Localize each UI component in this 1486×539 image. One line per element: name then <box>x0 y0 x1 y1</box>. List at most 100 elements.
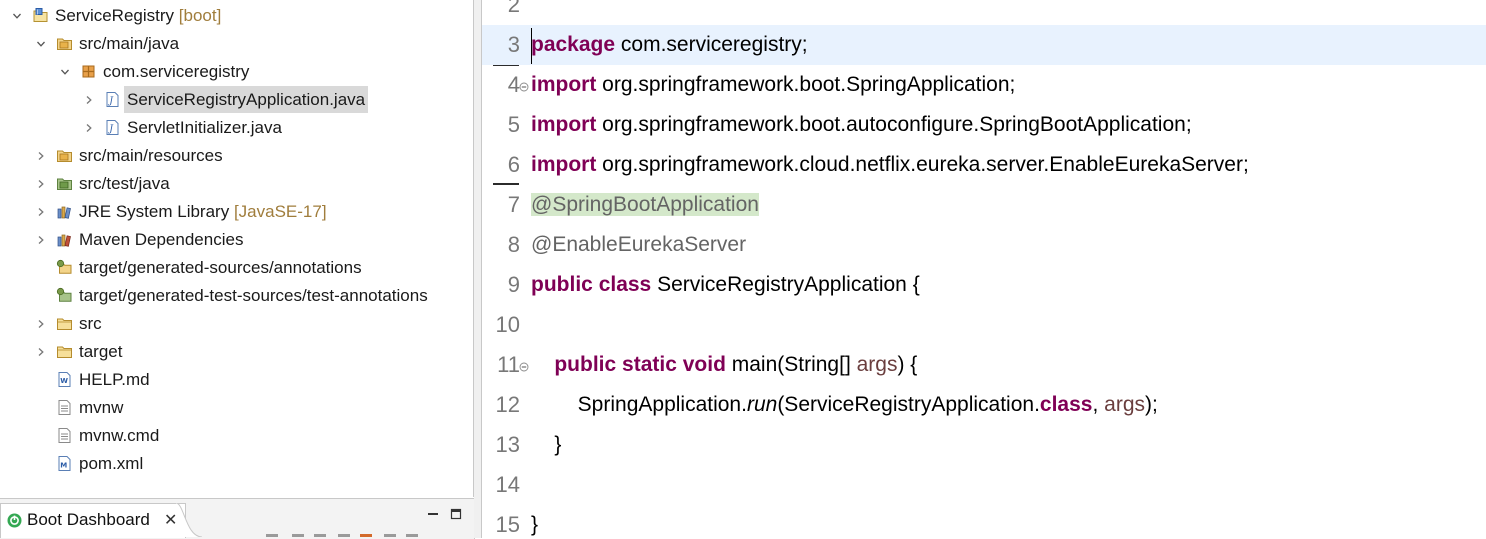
chevron-right-icon[interactable] <box>34 226 48 253</box>
chevron-right-icon[interactable] <box>34 170 48 197</box>
tree-item[interactable]: JRE System Library [JavaSE-17] <box>34 198 473 225</box>
code-line[interactable]: 3 package com.serviceregistry; <box>482 25 1486 65</box>
code-line[interactable]: 10 <box>482 305 1486 345</box>
code-line[interactable]: 14 <box>482 465 1486 505</box>
chevron-right-icon[interactable] <box>82 114 96 141</box>
tree-item[interactable]: src/main/java <box>34 30 473 57</box>
minimize-icon[interactable] <box>427 507 439 525</box>
tree-item-label-wrap: target/generated-sources/annotations <box>76 254 365 281</box>
line-number: 10 <box>495 312 520 337</box>
tree-item-label: src/main/resources <box>79 146 223 165</box>
line-number: 9 <box>507 272 520 297</box>
code-text: SpringApplication.run(ServiceRegistryApp… <box>531 385 1158 425</box>
line-number: 3 <box>507 32 520 57</box>
toolbar-icon[interactable] <box>360 534 372 537</box>
tree-item[interactable]: src <box>34 310 473 337</box>
test-source-folder-icon <box>56 175 73 192</box>
code-text: } <box>531 425 561 465</box>
code-token: org.springframework.cloud.netflix.eureka… <box>596 153 1249 176</box>
maximize-icon[interactable] <box>450 507 462 525</box>
tree-item[interactable]: J ServletInitializer.java <box>82 114 473 141</box>
boot-dashboard-title: Boot Dashboard <box>27 510 150 529</box>
line-number: 4 <box>507 72 520 97</box>
generated-source-folder-icon <box>56 259 73 276</box>
code-line[interactable]: 6 import org.springframework.cloud.netfli… <box>482 145 1486 185</box>
library-icon <box>56 203 73 220</box>
code-line[interactable]: 9 public class ServiceRegistryApplication… <box>482 265 1486 305</box>
line-number: 7 <box>507 192 520 217</box>
code-token: main(String[] <box>725 353 857 376</box>
tree-item-label: src/main/java <box>79 34 180 53</box>
chevron-down-icon[interactable] <box>58 58 72 85</box>
line-number: 13 <box>495 432 520 457</box>
text-file-icon <box>56 399 73 416</box>
view-sash[interactable] <box>474 0 482 538</box>
tree-item[interactable]: target/generated-test-sources/test-annot… <box>34 282 473 309</box>
code-token: , <box>1092 393 1105 416</box>
line-number: 14 <box>495 472 520 497</box>
tree-item-label: Maven Dependencies <box>79 230 244 249</box>
line-number: 12 <box>495 392 520 417</box>
fold-collapse-icon[interactable] <box>519 79 529 97</box>
code-token: class <box>598 273 652 296</box>
chevron-down-icon[interactable] <box>34 30 48 57</box>
code-line[interactable]: 4 import org.springframework.boot.SpringA… <box>482 65 1486 105</box>
code-line[interactable]: 12 SpringApplication.run(ServiceRegistry… <box>482 385 1486 425</box>
boot-dashboard-tab[interactable]: Boot Dashboard ✕ <box>0 503 186 538</box>
tree-item-label-wrap: ServiceRegistry [boot] <box>52 2 224 29</box>
code-token: @SpringBootApplication <box>531 193 759 216</box>
toolbar-icon[interactable] <box>338 534 350 537</box>
tree-item[interactable]: J ServiceRegistry [boot] <box>10 2 473 29</box>
toolbar-icon[interactable] <box>384 534 396 537</box>
code-token: void <box>682 353 726 376</box>
code-line[interactable]: 13 } <box>482 425 1486 465</box>
markdown-file-icon: W <box>56 371 73 388</box>
chevron-right-icon[interactable] <box>34 338 48 365</box>
tree-item-label: ServiceRegistry <box>55 6 175 25</box>
tree-item[interactable]: Mpom.xml <box>34 450 473 477</box>
tree-item[interactable]: Maven Dependencies <box>34 226 473 253</box>
code-line[interactable]: 2 <box>482 0 1486 25</box>
chevron-down-icon[interactable] <box>10 2 24 29</box>
tree-item[interactable]: mvnw <box>34 394 473 421</box>
tree-item[interactable]: mvnw.cmd <box>34 422 473 449</box>
code-token: public <box>531 273 593 296</box>
svg-text:M: M <box>60 462 67 470</box>
tree-item-label-wrap: target <box>76 338 125 365</box>
code-line[interactable]: 11 public static void main(String[] args… <box>482 345 1486 385</box>
toolbar-icon[interactable] <box>314 534 326 537</box>
chevron-right-icon[interactable] <box>82 86 96 113</box>
code-token: @EnableEurekaServer <box>531 233 747 256</box>
tree-item[interactable]: W HELP.md <box>34 366 473 393</box>
code-token: args <box>856 353 898 376</box>
tree-item[interactable]: J ServiceRegistryApplication.java <box>82 86 473 113</box>
toolbar-icon[interactable] <box>406 534 418 537</box>
generated-test-folder-icon <box>56 287 73 304</box>
code-line[interactable]: 8 @EnableEurekaServer <box>482 225 1486 265</box>
code-token: import <box>531 73 597 96</box>
toolbar-icon[interactable] <box>292 534 304 537</box>
tree-item[interactable]: target/generated-sources/annotations <box>34 254 473 281</box>
chevron-right-icon[interactable] <box>34 198 48 225</box>
code-text: @EnableEurekaServer <box>531 225 746 265</box>
chevron-right-icon[interactable] <box>34 310 48 337</box>
tree-item[interactable]: com.serviceregistry <box>58 58 473 85</box>
tree-item-label-wrap: src/main/resources <box>76 142 226 169</box>
line-number: 6 <box>507 152 520 177</box>
code-text: import org.springframework.cloud.netflix… <box>531 145 1249 185</box>
code-token: SpringApplication. <box>531 393 747 416</box>
tree-item[interactable]: target <box>34 338 473 365</box>
tree-item[interactable]: src/test/java <box>34 170 473 197</box>
chevron-right-icon[interactable] <box>34 142 48 169</box>
toolbar-icon[interactable] <box>266 534 278 537</box>
code-line[interactable]: 5 import org.springframework.boot.autocon… <box>482 105 1486 145</box>
tree-item-label: ServletInitializer.java <box>127 118 282 137</box>
tree-item[interactable]: src/main/resources <box>34 142 473 169</box>
code-line[interactable]: 7 @SpringBootApplication <box>482 185 1486 225</box>
text-caret <box>531 28 532 64</box>
java-editor[interactable]: 2 3 package com.serviceregistry; 4 import or… <box>482 0 1486 538</box>
fold-collapse-icon[interactable] <box>519 359 529 377</box>
code-line[interactable]: 15} <box>482 505 1486 538</box>
project-explorer-tree[interactable]: J ServiceRegistry [boot] src/main/java co… <box>0 0 474 497</box>
